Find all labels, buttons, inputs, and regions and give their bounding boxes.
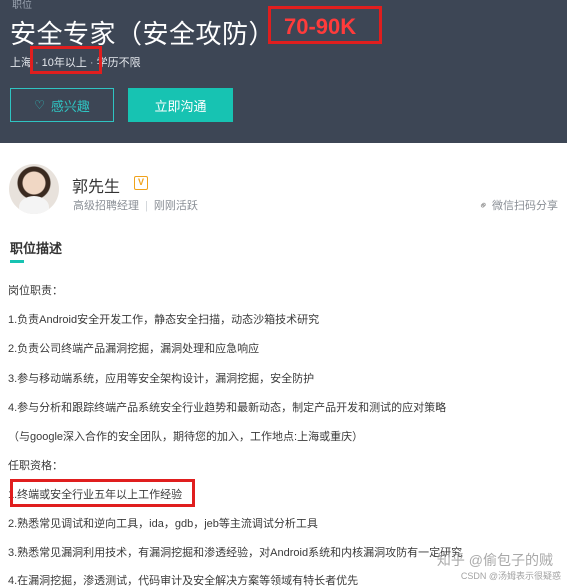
description-line: 3.参与移动端系统，应用等安全架构设计，漏洞挖掘，安全防护 <box>8 373 315 385</box>
job-header: 职位 安全专家（安全攻防） 70-90K 上海 · 10年以上 · 学历不限 ♡ 感兴趣… <box>0 0 567 143</box>
info-separator: | <box>145 200 148 212</box>
contact-button[interactable]: 立即沟通 <box>128 88 233 122</box>
interest-button-label: 感兴趣 <box>50 98 90 114</box>
description-line: 1.负责Android安全开发工作，静态安全扫描，动态沙箱技术研究 <box>8 314 320 326</box>
top-fragment: 职位 <box>12 0 32 11</box>
description-line: 岗位职责： <box>8 285 63 297</box>
description-line: 3.熟悉常见漏洞利用技术，有漏洞挖掘和渗透经验，对Android系统和内核漏洞攻… <box>8 547 463 559</box>
heart-icon: ♡ <box>34 98 45 112</box>
experience-highlight-box <box>30 46 102 74</box>
description-line: 4.在漏洞挖掘，渗透测试，代码审计及安全解决方案等领域有特长者优先 <box>8 575 359 587</box>
watermark-sub: CSDN @汤姆表示很疑惑 <box>460 571 561 581</box>
job-city: 上海 <box>10 57 32 69</box>
share-link[interactable]: ⚭ 微信扫码分享 <box>476 197 558 213</box>
description-line: 4.参与分析和跟踪终端产品系统安全行业趋势和最新动态，制定产品开发和测试的应对策… <box>8 402 447 414</box>
recruiter-info: 高级招聘经理 | 刚刚活跃 <box>73 197 198 213</box>
description-line: 2.熟悉常见调试和逆向工具，ida，gdb，jeb等主流调试分析工具 <box>8 518 318 530</box>
avatar-body <box>19 196 49 214</box>
description-line: 任职资格： <box>8 460 63 472</box>
recruiter-name: 郭先生 <box>72 179 121 196</box>
avatar[interactable] <box>9 164 59 214</box>
interest-button[interactable]: ♡ 感兴趣 <box>10 88 114 122</box>
share-label: 微信扫码分享 <box>492 200 558 212</box>
recruiter-role: 高级招聘经理 <box>73 200 139 212</box>
salary: 70-90K <box>284 14 357 39</box>
requirement-highlight-box <box>10 479 195 507</box>
watermark: 知乎 @偷包子的贼 <box>436 552 553 568</box>
link-icon: ⚭ <box>476 197 492 213</box>
description-line: 2.负责公司终端产品漏洞挖掘，漏洞处理和应急响应 <box>8 343 260 355</box>
section-underline <box>10 260 24 263</box>
verified-icon: V <box>134 176 148 190</box>
section-title: 职位描述 <box>10 241 63 256</box>
job-education: 学历不限 <box>96 57 141 69</box>
recruiter-status: 刚刚活跃 <box>153 200 198 212</box>
description-line: （与google深入合作的安全团队，期待您的加入，工作地点:上海或重庆） <box>8 431 364 443</box>
